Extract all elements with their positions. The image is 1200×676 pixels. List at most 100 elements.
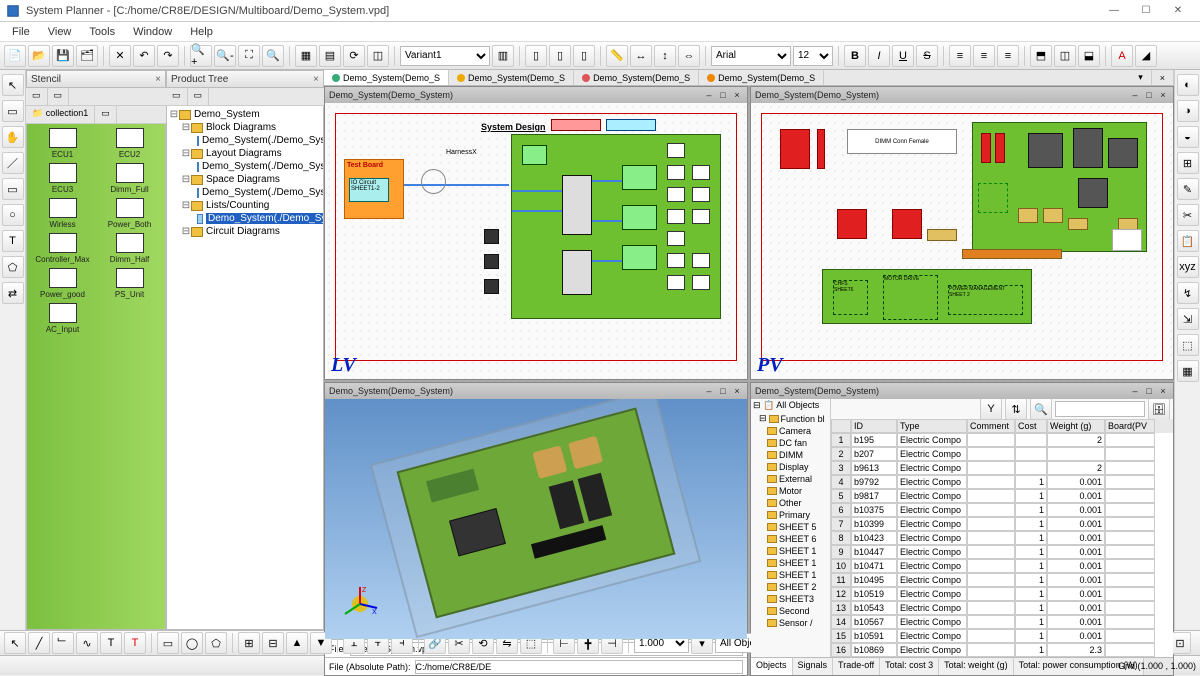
redo-button[interactable]: ↷ — [157, 45, 179, 67]
rtool12-icon[interactable]: ▦ — [1177, 360, 1199, 382]
v3d-min-icon[interactable]: – — [703, 386, 715, 396]
rtool5-icon[interactable]: ✎ — [1177, 178, 1199, 200]
delete-button[interactable]: ✕ — [109, 45, 131, 67]
list-tab[interactable]: Objects — [751, 658, 793, 675]
font-select[interactable]: Arial — [711, 46, 791, 66]
tree-close-icon[interactable]: × — [313, 74, 319, 85]
tree-leaf[interactable]: Demo_System(./Demo_System — [169, 186, 321, 199]
menu-view[interactable]: View — [40, 24, 80, 40]
rtool6-icon[interactable]: ✂ — [1177, 204, 1199, 226]
axis-widget-icon[interactable]: ZX — [340, 584, 380, 624]
gridsearch-input[interactable] — [1055, 401, 1145, 417]
menu-tools[interactable]: Tools — [81, 24, 123, 40]
objtree-item[interactable]: Motor — [751, 485, 830, 497]
polygon-icon[interactable]: ⬠ — [2, 256, 24, 278]
pv-canvas[interactable]: DIMM Conn Female CHFS SHEET6 MOTOR DRIVE… — [751, 103, 1173, 379]
tabs-close-icon[interactable]: × — [1152, 70, 1174, 85]
stencil-collection-tab[interactable]: 📁 collection1 — [26, 106, 95, 123]
lv-canvas[interactable]: System Design Test Board IO CircuitSHEET… — [325, 103, 747, 379]
circle-icon[interactable]: ○ — [2, 204, 24, 226]
bline1-icon[interactable]: ╱ — [28, 632, 50, 654]
btext-icon[interactable]: T — [100, 632, 122, 654]
fontcolor-button[interactable]: A — [1111, 45, 1133, 67]
objtree-item[interactable]: Sensor / — [751, 617, 830, 629]
objtree-item[interactable]: External — [751, 473, 830, 485]
tree-leaf[interactable]: Demo_System(./Demo_System — [169, 160, 321, 173]
objtree-root[interactable]: ⊟ 📋 All Objects — [751, 399, 830, 412]
fillcolor-button[interactable]: ◢ — [1135, 45, 1157, 67]
new-button[interactable]: 📄 — [4, 45, 26, 67]
grid-row[interactable]: 3b9613Electric Compo2 — [831, 461, 1173, 475]
grid-row[interactable]: 5b9817Electric Compo10.001 — [831, 489, 1173, 503]
rtool1-icon[interactable]: ◐ — [1177, 74, 1199, 96]
tree-group[interactable]: ⊟Layout Diagrams — [169, 147, 321, 160]
gridfilter1-icon[interactable]: Y — [980, 399, 1002, 420]
grid-row[interactable]: 8b10423Electric Compo10.001 — [831, 531, 1173, 545]
open-button[interactable]: 📂 — [28, 45, 50, 67]
align2-icon[interactable]: ▯ — [549, 45, 571, 67]
rtool2-icon[interactable]: ◑ — [1177, 100, 1199, 122]
lv-max-icon[interactable]: □ — [717, 90, 729, 100]
gridfilter2-icon[interactable]: ⇅ — [1005, 399, 1027, 420]
stencil-tab2[interactable]: ▭ — [48, 88, 70, 105]
objtree-item[interactable]: SHEET3 — [751, 593, 830, 605]
stencil-item[interactable]: Wirless — [31, 198, 94, 229]
v3d-max-icon[interactable]: □ — [717, 386, 729, 396]
views-button[interactable]: ◫ — [367, 45, 389, 67]
select-icon[interactable]: ▭ — [2, 100, 24, 122]
bfront-icon[interactable]: ▲ — [286, 632, 308, 654]
grid-row[interactable]: 12b10519Electric Compo10.001 — [831, 587, 1173, 601]
grid-row[interactable]: 15b10591Electric Compo10.001 — [831, 629, 1173, 643]
undo-button[interactable]: ↶ — [133, 45, 155, 67]
variant-btn[interactable]: ▥ — [492, 45, 514, 67]
align-left-button[interactable]: ≡ — [949, 45, 971, 67]
rtool8-icon[interactable]: xyz — [1177, 256, 1199, 278]
zoom-button[interactable]: 🔍 — [262, 45, 284, 67]
conn-icon[interactable]: ⇄ — [2, 282, 24, 304]
bgroup-icon[interactable]: ⊞ — [238, 632, 260, 654]
lv-close-icon[interactable]: × — [731, 90, 743, 100]
grid-button[interactable]: ▦ — [295, 45, 317, 67]
btextred-icon[interactable]: T — [124, 632, 146, 654]
grid-row[interactable]: 13b10543Electric Compo10.001 — [831, 601, 1173, 615]
rtool10-icon[interactable]: ⇲ — [1177, 308, 1199, 330]
stencil-item[interactable]: AC_Input — [31, 303, 94, 334]
v3d-canvas[interactable]: ZX — [325, 399, 747, 639]
objtree-item[interactable]: Second — [751, 605, 830, 617]
doc-tab[interactable]: Demo_System(Demo_S — [699, 70, 824, 85]
brect-icon[interactable]: ▭ — [157, 632, 179, 654]
rtool9-icon[interactable]: ↯ — [1177, 282, 1199, 304]
italic-button[interactable]: I — [868, 45, 890, 67]
rect-icon[interactable]: ▭ — [2, 178, 24, 200]
bline3-icon[interactable]: ∿ — [76, 632, 98, 654]
valign-top-button[interactable]: ⬒ — [1030, 45, 1052, 67]
stencil-item[interactable]: Controller_Max — [31, 233, 94, 264]
rtool4-icon[interactable]: ⊞ — [1177, 152, 1199, 174]
variant-select[interactable]: Variant1 — [400, 46, 490, 66]
gridsearch-icon[interactable]: 🔍 — [1030, 399, 1052, 420]
tree-tab1[interactable]: ▭ — [166, 88, 188, 105]
grid-header-cell[interactable]: Board(PV — [1105, 419, 1155, 433]
v3d-close-icon[interactable]: × — [731, 386, 743, 396]
objtree-item[interactable]: SHEET 5 — [751, 521, 830, 533]
grid-row[interactable]: 11b10495Electric Compo10.001 — [831, 573, 1173, 587]
tree-leaf[interactable]: Demo_System(./Demo_System — [169, 134, 321, 147]
grid-row[interactable]: 1b195Electric Compo2 — [831, 433, 1173, 447]
grid-header-cell[interactable] — [831, 419, 851, 433]
doc-tab[interactable]: Demo_System(Demo_S — [449, 70, 574, 85]
grid-header-cell[interactable]: Weight (g) — [1047, 419, 1105, 433]
stencil-item[interactable]: ECU3 — [31, 163, 94, 194]
dim3-icon[interactable]: ⇔ — [678, 45, 700, 67]
v3d-abspath-input[interactable] — [415, 660, 743, 674]
list-tab[interactable]: Total: weight (g) — [939, 658, 1014, 675]
list-tab[interactable]: Trade-off — [833, 658, 880, 675]
bellipse-icon[interactable]: ◯ — [181, 632, 203, 654]
zoom-out-button[interactable]: 🔍- — [214, 45, 236, 67]
menu-file[interactable]: File — [4, 24, 38, 40]
grid-row[interactable]: 7b10399Electric Compo10.001 — [831, 517, 1173, 531]
layers-button[interactable]: ▤ — [319, 45, 341, 67]
maximize-button[interactable]: ☐ — [1130, 1, 1162, 21]
griddb-icon[interactable]: 🗄 — [1148, 399, 1170, 420]
text-icon[interactable]: T — [2, 230, 24, 252]
grid-row[interactable]: 9b10447Electric Compo10.001 — [831, 545, 1173, 559]
